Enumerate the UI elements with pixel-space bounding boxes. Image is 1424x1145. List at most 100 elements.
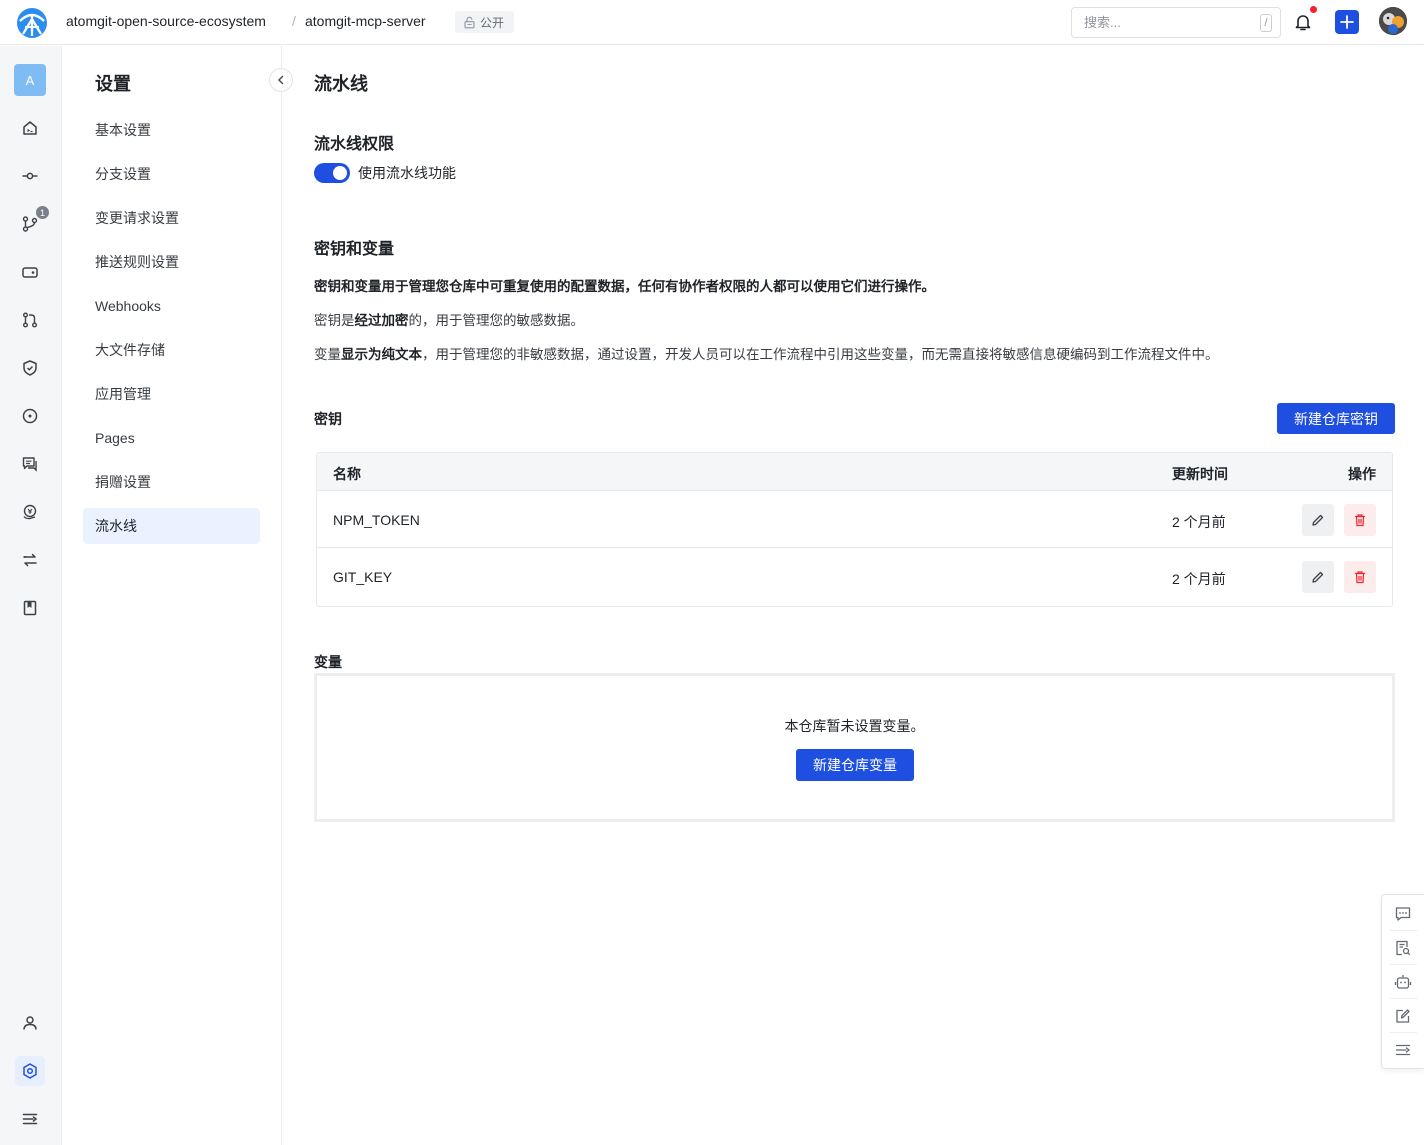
- rail-tags[interactable]: [15, 257, 45, 287]
- rail-expand[interactable]: [15, 1104, 45, 1134]
- rail-security[interactable]: [15, 353, 45, 383]
- secret-updated: 2 个月前: [1172, 571, 1226, 587]
- dock-edit[interactable]: [1391, 1004, 1415, 1028]
- branch-count-badge: 1: [36, 206, 49, 219]
- sidebar-item-apps[interactable]: 应用管理: [83, 376, 260, 412]
- column-name: 名称: [333, 466, 361, 482]
- settings-icon: [23, 1063, 37, 1079]
- public-repo-icon: [464, 16, 475, 28]
- sidebar-item-webhooks[interactable]: Webhooks: [83, 288, 260, 324]
- breadcrumb-repo[interactable]: atomgit-mcp-server: [305, 13, 426, 29]
- donation-icon: [23, 504, 37, 520]
- search-input[interactable]: [1084, 15, 1260, 30]
- sidebar-item-basic[interactable]: 基本设置: [83, 112, 260, 148]
- security-icon: [23, 360, 37, 376]
- column-actions: 操作: [1348, 466, 1376, 482]
- edit-note-icon: [1396, 1009, 1410, 1023]
- var-desc-bold: 显示为纯文本: [341, 347, 422, 362]
- top-bar: atomgit-open-source-ecosystem / atomgit-…: [0, 0, 1424, 45]
- column-updated: 更新时间: [1172, 466, 1228, 482]
- trash-icon: [1355, 514, 1365, 527]
- notification-dot: [1310, 6, 1317, 13]
- atomgit-logo-icon[interactable]: [16, 7, 48, 39]
- rail-issues[interactable]: [15, 401, 45, 431]
- chevron-left-icon: [278, 75, 284, 85]
- secret-updated: 2 个月前: [1172, 514, 1226, 530]
- table-row: GIT_KEY 2 个月前: [317, 548, 1392, 605]
- rail-discussions[interactable]: [15, 449, 45, 479]
- secret-description: 密钥是经过加密的，用于管理您的敏感数据。: [314, 309, 584, 329]
- visibility-label: 公开: [480, 15, 505, 30]
- pipeline-toggle-label: 使用流水线功能: [358, 165, 456, 181]
- collapse-dock-icon: [1395, 1044, 1411, 1056]
- rail-members[interactable]: [15, 1008, 45, 1038]
- rail-commits[interactable]: [15, 161, 45, 191]
- sync-icon: [23, 553, 37, 567]
- issue-icon: [22, 408, 38, 424]
- global-search[interactable]: /: [1071, 7, 1281, 38]
- breadcrumb-separator: /: [292, 13, 296, 29]
- dock-divider: [1390, 1032, 1417, 1033]
- dock-assistant[interactable]: [1391, 970, 1415, 994]
- pipeline-enable-toggle[interactable]: [314, 163, 350, 183]
- sidebar-item-donation[interactable]: 捐赠设置: [83, 464, 260, 500]
- wiki-icon: [23, 600, 37, 616]
- secrets-table: 名称 更新时间 操作 NPM_TOKEN 2 个月前 GIT_KEY 2 个月前: [316, 452, 1393, 607]
- merge-request-icon: [23, 312, 37, 328]
- variables-heading: 变量: [314, 654, 342, 670]
- sidebar-item-push-rules[interactable]: 推送规则设置: [83, 244, 260, 280]
- secret-desc-bold: 经过加密: [354, 313, 409, 328]
- rail-settings[interactable]: [15, 1056, 45, 1086]
- variable-description: 变量显示为纯文本，用于管理您的非敏感数据，通过设置，开发人员可以在工作流程中引用…: [314, 343, 1219, 363]
- dock-divider: [1390, 998, 1417, 999]
- search-shortcut-hint: /: [1260, 13, 1272, 32]
- pencil-icon: [1312, 571, 1324, 583]
- settings-sidebar: 设置 基本设置 分支设置 变更请求设置 推送规则设置 Webhooks 大文件存…: [62, 46, 293, 1145]
- rail-home[interactable]: [15, 113, 45, 143]
- dock-doc-search[interactable]: [1391, 936, 1415, 960]
- discussion-icon: [22, 457, 37, 472]
- rail-merge-requests[interactable]: [15, 305, 45, 335]
- sidebar-item-pipeline[interactable]: 流水线: [83, 508, 260, 544]
- sidebar-item-branch[interactable]: 分支设置: [83, 156, 260, 192]
- dock-divider: [1390, 964, 1417, 965]
- new-variable-button[interactable]: 新建仓库变量: [796, 749, 914, 781]
- var-desc-post: ，用于管理您的非敏感数据，通过设置，开发人员可以在工作流程中引用这些变量，而无需…: [422, 347, 1219, 362]
- dock-collapse[interactable]: [1391, 1038, 1415, 1062]
- document-search-icon: [1396, 940, 1411, 956]
- plus-icon: [1340, 15, 1354, 29]
- secret-desc-pre: 密钥是: [314, 313, 355, 328]
- secrets-table-header: 名称 更新时间 操作: [317, 453, 1392, 491]
- member-icon: [23, 1016, 37, 1030]
- rail-wiki[interactable]: [15, 593, 45, 623]
- secret-name: GIT_KEY: [333, 569, 393, 585]
- sidebar-item-merge-request[interactable]: 变更请求设置: [83, 200, 260, 236]
- var-desc-pre: 变量: [314, 347, 341, 362]
- create-new-button[interactable]: [1335, 10, 1359, 34]
- repo-avatar[interactable]: A: [14, 64, 46, 96]
- secrets-heading: 密钥: [314, 411, 342, 427]
- delete-secret-button[interactable]: [1344, 504, 1376, 536]
- pipeline-toggle-row: 使用流水线功能: [314, 163, 456, 183]
- sidebar-item-lfs[interactable]: 大文件存储: [83, 332, 260, 368]
- user-avatar[interactable]: [1379, 7, 1407, 35]
- breadcrumb-org[interactable]: atomgit-open-source-ecosystem: [66, 13, 266, 29]
- pencil-icon: [1312, 514, 1324, 526]
- sidebar-item-pages[interactable]: Pages: [83, 420, 260, 456]
- visibility-badge: 公开: [455, 11, 515, 33]
- edit-secret-button[interactable]: [1302, 504, 1334, 536]
- sidebar-title: 设置: [95, 74, 131, 94]
- rail-sync[interactable]: [15, 545, 45, 575]
- collapse-sidebar-button[interactable]: [269, 68, 293, 92]
- floating-tool-dock: [1381, 894, 1424, 1069]
- rail-donation[interactable]: [15, 497, 45, 527]
- secrets-vars-heading: 密钥和变量: [314, 241, 395, 258]
- delete-secret-button[interactable]: [1344, 561, 1376, 593]
- edit-secret-button[interactable]: [1302, 561, 1334, 593]
- tag-icon: [22, 267, 38, 278]
- variables-empty-text: 本仓库暂未设置变量。: [784, 718, 925, 734]
- dock-feedback[interactable]: [1391, 902, 1415, 926]
- new-secret-button[interactable]: 新建仓库密钥: [1277, 403, 1395, 434]
- notification-bell-icon[interactable]: [1292, 11, 1314, 33]
- pipeline-permission-heading: 流水线权限: [314, 136, 395, 153]
